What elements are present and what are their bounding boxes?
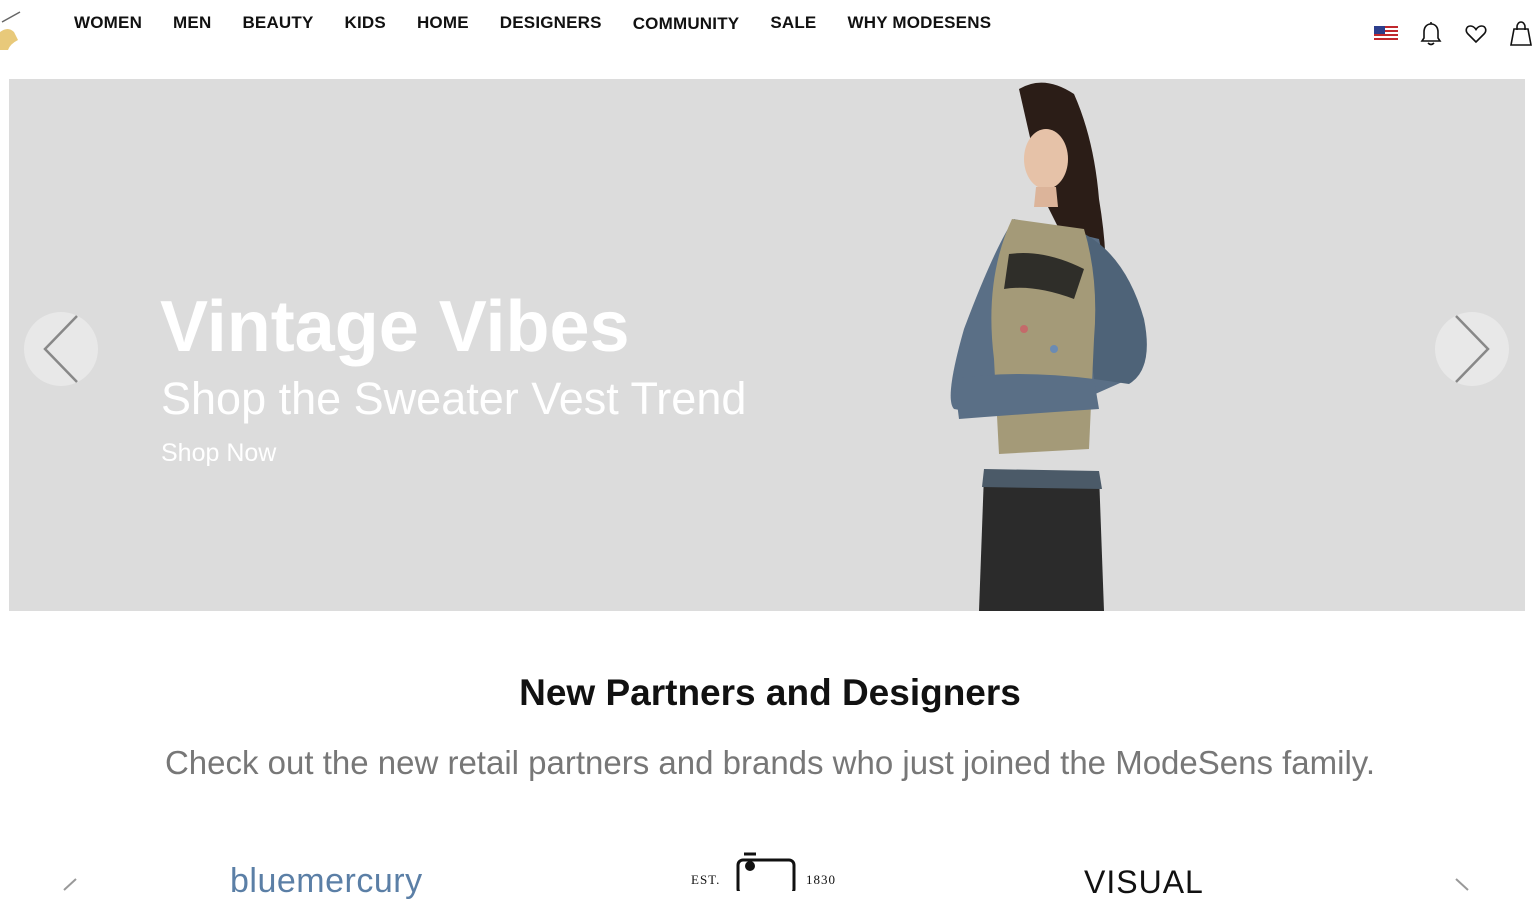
us-flag-icon[interactable] bbox=[1372, 20, 1400, 48]
nav-item-men[interactable]: MEN bbox=[173, 13, 211, 34]
carousel-next-button[interactable] bbox=[1435, 312, 1509, 386]
hero-title: Vintage Vibes bbox=[160, 287, 630, 367]
bell-icon[interactable] bbox=[1417, 20, 1445, 48]
section-description: Check out the new retail partners and br… bbox=[164, 744, 1376, 781]
nav-item-community[interactable]: COMMUNITY bbox=[633, 14, 740, 34]
chevron-right-icon bbox=[1455, 315, 1490, 383]
partner-logo-visual-mood[interactable]: VISUAL MOOD bbox=[1084, 852, 1314, 903]
main-nav: WOMEN MEN BEAUTY KIDS HOME DESIGNERS COM… bbox=[74, 13, 991, 34]
modesens-logo[interactable] bbox=[0, 10, 26, 56]
nav-item-designers[interactable]: DESIGNERS bbox=[500, 13, 602, 34]
nav-item-sale[interactable]: SALE bbox=[770, 13, 816, 34]
hero-banner[interactable]: Vintage Vibes Shop the Sweater Vest Tren… bbox=[9, 79, 1525, 611]
shop-now-link[interactable]: Shop Now bbox=[161, 441, 276, 466]
section-title: New Partners and Designers bbox=[519, 672, 1021, 713]
nav-item-why-modesens[interactable]: WHY MODESENS bbox=[847, 13, 991, 34]
chevron-left-icon bbox=[43, 315, 78, 383]
partners-prev-arrow[interactable] bbox=[60, 878, 80, 891]
partner-logo-bluemercury[interactable]: bluemercury bbox=[230, 852, 450, 901]
partner-logo-year-label: 1830 bbox=[806, 872, 836, 887]
nav-item-beauty[interactable]: BEAUTY bbox=[242, 13, 313, 34]
shopping-bag-icon[interactable] bbox=[1507, 20, 1535, 48]
header-icons bbox=[1372, 20, 1535, 48]
partner-logo-est-1830[interactable]: EST. 1830 bbox=[688, 852, 848, 891]
carousel-prev-button[interactable] bbox=[24, 312, 98, 386]
partners-next-arrow[interactable] bbox=[1452, 878, 1472, 891]
partner-logo-est-label: EST. bbox=[691, 872, 721, 887]
nav-item-women[interactable]: WOMEN bbox=[74, 13, 142, 34]
site-header: WOMEN MEN BEAUTY KIDS HOME DESIGNERS COM… bbox=[0, 0, 1540, 78]
nav-item-home[interactable]: HOME bbox=[417, 13, 469, 34]
hero-model-image bbox=[924, 79, 1184, 611]
hero-subtitle: Shop the Sweater Vest Trend bbox=[161, 373, 747, 424]
nav-item-kids[interactable]: KIDS bbox=[345, 13, 386, 34]
heart-icon[interactable] bbox=[1462, 20, 1490, 48]
